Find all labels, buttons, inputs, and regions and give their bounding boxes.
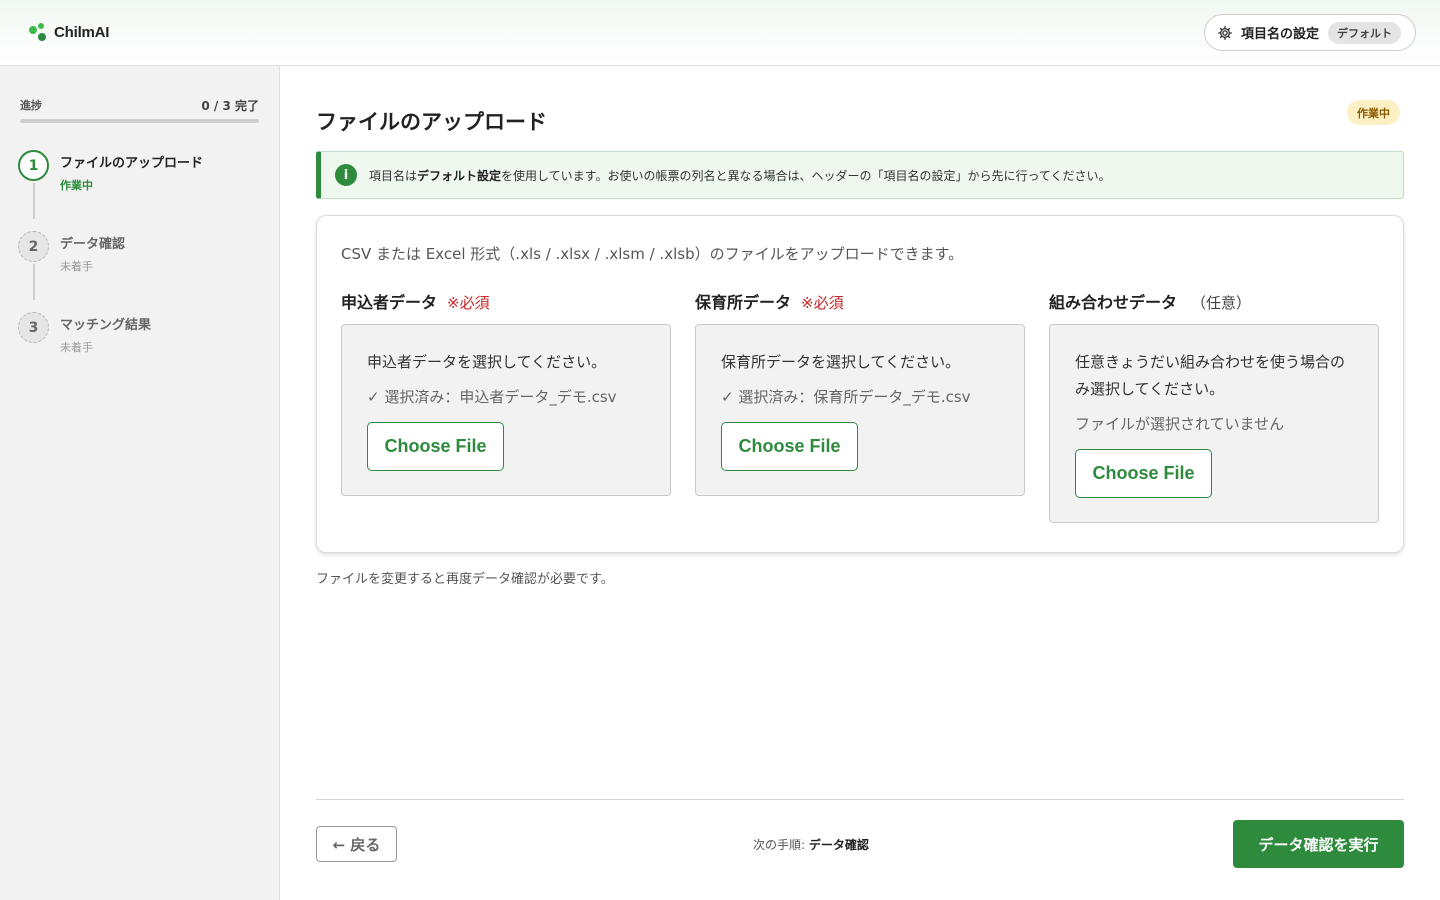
choose-file-button[interactable]: Choose File	[721, 422, 858, 471]
settings-badge: デフォルト	[1328, 21, 1402, 44]
run-data-check-button[interactable]: データ確認を実行	[1233, 820, 1404, 868]
step-connector	[33, 264, 35, 300]
applicant-upload-column: 申込者データ ※必須 申込者データを選択してください。 ✓ 選択済み：申込者データ…	[341, 289, 671, 496]
file-status: ✓ 選択済み：保育所データ_デモ.csv	[721, 388, 971, 406]
notice-emphasis: デフォルト設定	[417, 168, 502, 183]
app-header: ChilmAI 項目名の設定 デフォルト	[0, 0, 1440, 66]
column-title: 組み合わせデータ （任意）	[1049, 289, 1379, 312]
upload-description: CSV または Excel 形式（.xls / .xlsx / .xlsm / …	[341, 245, 964, 263]
file-prompt: 申込者データを選択してください。	[367, 353, 607, 371]
step-status: 未着手	[60, 260, 93, 273]
column-title: 申込者データ ※必須	[341, 289, 671, 312]
choose-file-button[interactable]: Choose File	[1075, 449, 1212, 498]
logo-text: ChilmAI	[54, 23, 110, 41]
optional-tag: （任意）	[1191, 294, 1252, 312]
file-drop-box: 任意きょうだい組み合わせを使う場合のみ選択してください。 ファイルが選択されてい…	[1049, 324, 1379, 523]
gear-icon	[1218, 25, 1232, 40]
notice-text: 項目名はデフォルト設定を使用しています。お使いの帳票の列名と異なる場合は、ヘッダ…	[369, 167, 1111, 184]
column-title: 保育所データ ※必須	[695, 289, 1025, 312]
field-name-settings-button[interactable]: 項目名の設定 デフォルト	[1204, 14, 1416, 51]
nursery-upload-column: 保育所データ ※必須 保育所データを選択してください。 ✓ 選択済み：保育所データ…	[695, 289, 1025, 496]
required-tag: ※必須	[447, 294, 490, 312]
step-number: 2	[18, 231, 49, 262]
next-step-info: 次の手順: データ確認	[753, 836, 869, 853]
step-number: 3	[18, 312, 49, 343]
main-content: ファイルのアップロード 作業中 i 項目名はデフォルト設定を使用しています。お使…	[280, 66, 1440, 900]
required-tag: ※必須	[801, 294, 844, 312]
combination-upload-column: 組み合わせデータ （任意） 任意きょうだい組み合わせを使う場合のみ選択してください…	[1049, 289, 1379, 523]
column-title-text: 組み合わせデータ	[1049, 293, 1178, 312]
choose-file-button[interactable]: Choose File	[367, 422, 504, 471]
step-status: 作業中	[60, 179, 93, 192]
step-status: 未着手	[60, 341, 93, 354]
app-logo[interactable]: ChilmAI	[28, 22, 109, 42]
progress-label: 進捗	[20, 99, 42, 112]
column-title-text: 申込者データ	[341, 293, 438, 312]
file-drop-box: 申込者データを選択してください。 ✓ 選択済み：申込者データ_デモ.csv Ch…	[341, 324, 671, 496]
upload-card: CSV または Excel 形式（.xls / .xlsx / .xlsm / …	[316, 215, 1404, 553]
notice-prefix: 項目名は	[369, 168, 418, 183]
notice-suffix: を使用しています。お使いの帳票の列名と異なる場合は、ヘッダーの「項目名の設定」か…	[501, 168, 1111, 183]
info-icon: i	[335, 164, 357, 186]
step-connector	[33, 183, 35, 219]
next-step-value: データ確認	[808, 838, 869, 852]
page-title: ファイルのアップロード	[316, 110, 547, 134]
footnote: ファイルを変更すると再度データ確認が必要です。	[316, 572, 614, 587]
step-number: 1	[18, 150, 49, 181]
file-status: ✓ 選択済み：申込者データ_デモ.csv	[367, 388, 617, 406]
column-title-text: 保育所データ	[695, 293, 792, 312]
step-title: データ確認	[60, 237, 126, 252]
step-title: マッチング結果	[60, 318, 152, 333]
footer-divider	[316, 799, 1404, 800]
step-title: ファイルのアップロード	[60, 156, 204, 171]
file-prompt: 保育所データを選択してください。	[721, 353, 961, 371]
status-badge: 作業中	[1347, 100, 1400, 125]
progress-count: 0 / 3 完了	[201, 99, 259, 113]
file-status: ファイルが選択されていません	[1075, 415, 1285, 433]
file-drop-box: 保育所データを選択してください。 ✓ 選択済み：保育所データ_デモ.csv Ch…	[695, 324, 1025, 496]
settings-label: 項目名の設定	[1241, 27, 1320, 42]
progress-bar	[20, 119, 259, 123]
progress-sidebar: 進捗 0 / 3 完了 1 ファイルのアップロード 作業中 2 データ確認 未着…	[0, 66, 280, 900]
logo-mark-icon	[29, 23, 46, 41]
back-button[interactable]: ← 戻る	[316, 826, 397, 862]
next-step-label: 次の手順:	[753, 838, 806, 852]
info-notice: i 項目名はデフォルト設定を使用しています。お使いの帳票の列名と異なる場合は、ヘ…	[316, 151, 1404, 199]
file-prompt: 任意きょうだい組み合わせを使う場合のみ選択してください。	[1075, 353, 1346, 398]
